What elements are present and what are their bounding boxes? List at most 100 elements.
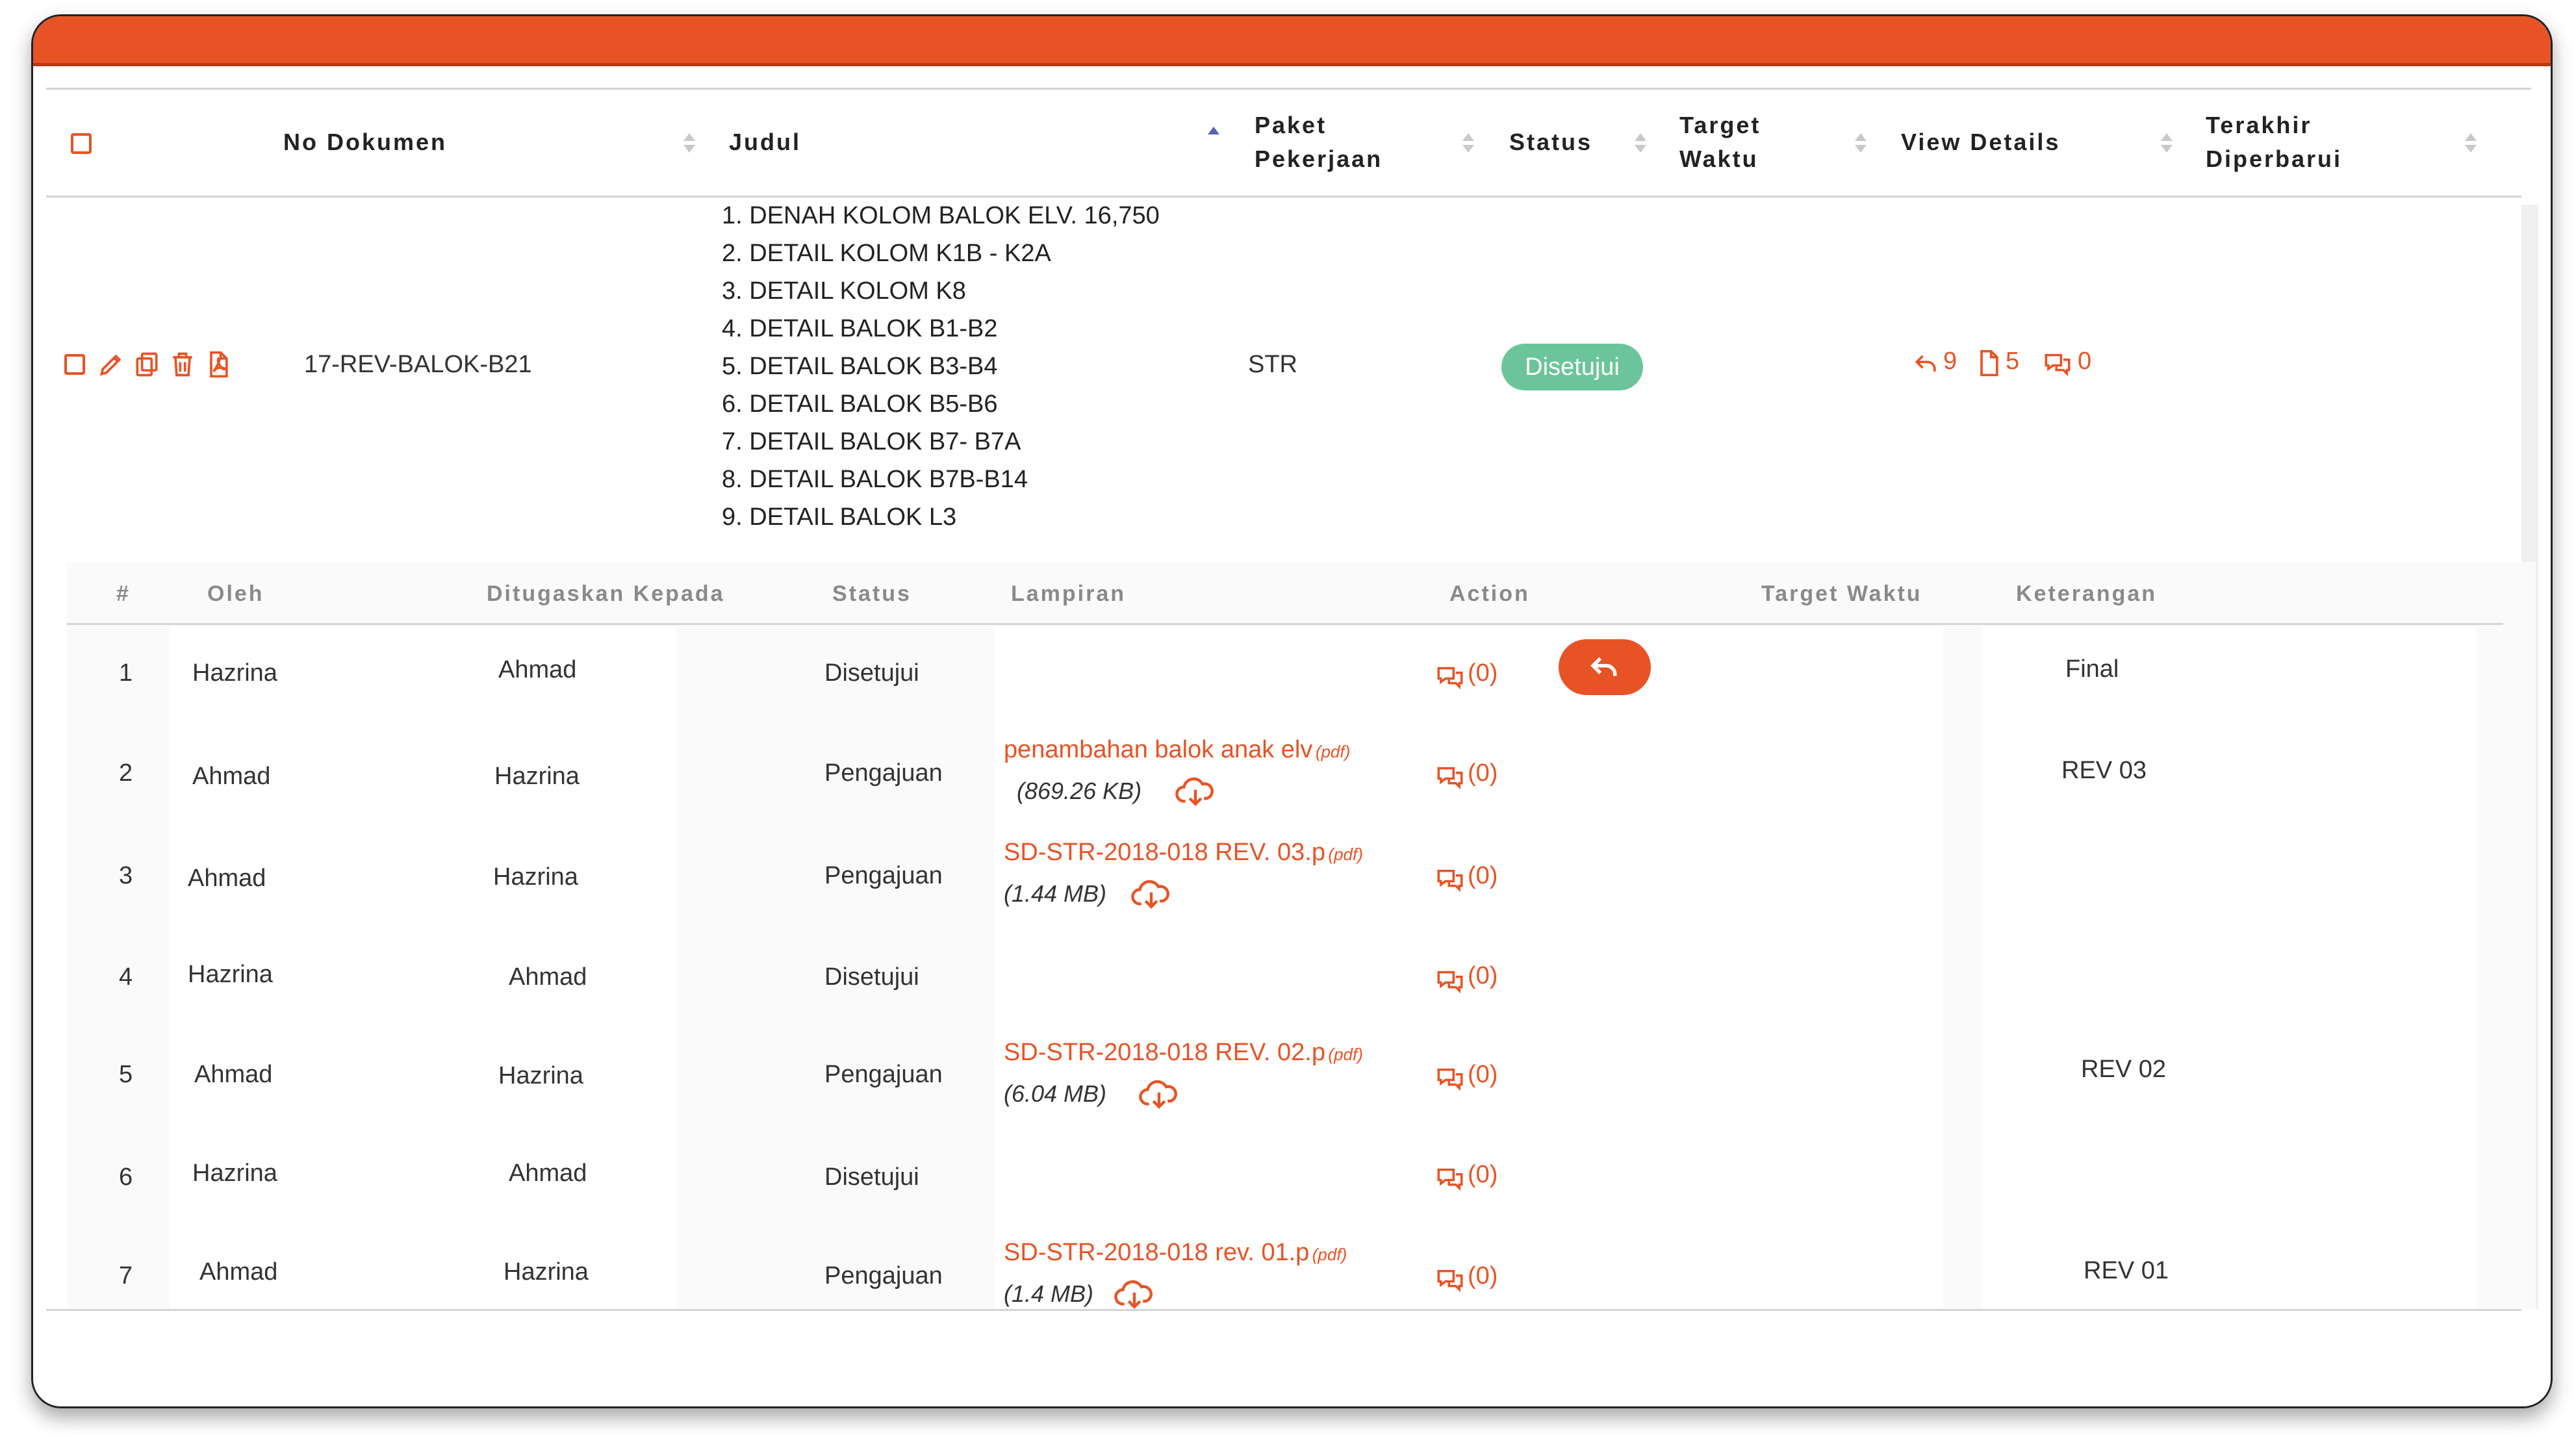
history-oleh: Ahmad	[194, 1061, 273, 1088]
history-num: 6	[119, 1163, 133, 1191]
history-comment-icon[interactable]	[1435, 966, 1465, 995]
attachment-type: (pdf)	[1328, 1045, 1363, 1064]
history-oleh: Hazrina	[188, 961, 273, 988]
edit-icon[interactable]	[97, 350, 125, 379]
history-status: Disetujui	[824, 659, 919, 687]
header-target-line2[interactable]: Waktu	[1679, 142, 1759, 176]
history-keterangan: REV 03	[2061, 757, 2147, 784]
header-paket-line1[interactable]: Paket	[1255, 108, 1327, 142]
header-judul[interactable]: Judul	[729, 125, 801, 159]
attachment-link[interactable]: SD-STR-2018-018 REV. 02.p (pdf)	[1004, 1039, 1363, 1067]
history-comment-count[interactable]: (0)	[1468, 759, 1498, 787]
history-status: Disetujui	[824, 963, 919, 991]
header-no-dokumen[interactable]: No Dokumen	[283, 125, 447, 159]
reply-count[interactable]: 9	[1943, 348, 1957, 375]
history-kepada: Hazrina	[493, 863, 578, 891]
copy-icon[interactable]	[133, 350, 161, 379]
history-comment-count[interactable]: (0)	[1468, 862, 1498, 890]
history-keterangan: REV 01	[2084, 1257, 2169, 1284]
history-comment-icon[interactable]	[1435, 1265, 1465, 1293]
attachment-filename[interactable]: SD-STR-2018-018 REV. 03.p	[1004, 839, 1325, 866]
history-header-status: Status	[832, 581, 912, 606]
history-kepada: Ahmad	[509, 1160, 587, 1187]
paket-value: STR	[1248, 351, 1297, 378]
history-num: 7	[119, 1262, 133, 1289]
judul-item: 4. DETAIL BALOK B1-B2	[722, 315, 998, 342]
history-status: Pengajuan	[824, 1061, 943, 1088]
judul-item: 8. DETAIL BALOK B7B-B14	[722, 466, 1028, 493]
app-window: No Dokumen Judul Paket Pekerjaan Status …	[31, 14, 2553, 1408]
history-num: 5	[119, 1061, 133, 1088]
attachment-link[interactable]: SD-STR-2018-018 REV. 03.p (pdf)	[1004, 839, 1363, 867]
history-col-band	[1982, 627, 2476, 1309]
history-num: 2	[119, 759, 133, 787]
file-count-icon[interactable]	[1974, 349, 2003, 377]
file-count[interactable]: 5	[2006, 348, 2019, 375]
history-comment-count[interactable]: (0)	[1468, 1262, 1498, 1290]
attachment-link[interactable]: penambahan balok anak elv (pdf)	[1004, 736, 1350, 764]
history-comment-icon[interactable]	[1435, 865, 1465, 893]
reply-button[interactable]	[1559, 639, 1651, 695]
table-bottom-divider	[46, 1309, 2521, 1311]
attachment-size: (869.26 KB)	[1017, 778, 1142, 804]
trash-icon[interactable]	[168, 350, 197, 379]
history-header-lampiran: Lampiran	[1011, 581, 1127, 606]
row-select-checkbox[interactable]	[64, 354, 85, 375]
judul-item: 6. DETAIL BALOK B5-B6	[722, 390, 998, 418]
header-target-line1[interactable]: Target	[1679, 108, 1761, 142]
comment-count-icon[interactable]	[2043, 349, 2072, 377]
judul-item: 2. DETAIL KOLOM K1B - K2A	[722, 240, 1051, 267]
history-status: Pengajuan	[824, 1262, 943, 1289]
header-terakhir-line1[interactable]: Terakhir	[2206, 108, 2312, 142]
attachment-filename[interactable]: SD-STR-2018-018 rev. 01.p	[1004, 1239, 1309, 1266]
history-oleh: Ahmad	[199, 1258, 278, 1286]
header-top-divider	[46, 88, 2531, 90]
header-paket-line2[interactable]: Pekerjaan	[1255, 142, 1383, 176]
history-header-action: Action	[1449, 581, 1530, 606]
attachment-type: (pdf)	[1312, 1245, 1347, 1264]
history-status: Pengajuan	[824, 862, 943, 889]
attachment-filename[interactable]: SD-STR-2018-018 REV. 02.p	[1004, 1039, 1325, 1066]
cloud-download-icon[interactable]	[1138, 1076, 1180, 1111]
judul-item: 7. DETAIL BALOK B7- B7A	[722, 428, 1021, 455]
history-kepada: Hazrina	[504, 1258, 589, 1286]
reply-count-icon[interactable]	[1912, 349, 1941, 377]
judul-item: 3. DETAIL KOLOM K8	[722, 277, 966, 305]
history-comment-count[interactable]: (0)	[1468, 1161, 1498, 1189]
history-kepada: Ahmad	[509, 963, 587, 991]
history-comment-count[interactable]: (0)	[1468, 659, 1498, 687]
cloud-download-icon[interactable]	[1174, 774, 1217, 809]
history-num: 3	[119, 862, 133, 889]
cloud-download-icon[interactable]	[1130, 876, 1173, 911]
history-header-divider	[67, 623, 2503, 625]
history-oleh: Hazrina	[192, 1160, 277, 1187]
header-status[interactable]: Status	[1509, 125, 1592, 159]
attachment-filename[interactable]: penambahan balok anak elv	[1004, 736, 1312, 763]
attachment-type: (pdf)	[1328, 844, 1363, 864]
attachment-size: (6.04 MB)	[1004, 1080, 1107, 1107]
history-comment-count[interactable]: (0)	[1468, 962, 1498, 990]
pdf-icon[interactable]	[204, 350, 233, 379]
select-all-checkbox[interactable]	[71, 133, 92, 154]
history-kepada: Hazrina	[494, 763, 580, 790]
attachment-type: (pdf)	[1315, 742, 1351, 761]
header-bottom-divider	[46, 196, 2521, 197]
header-terakhir-line2[interactable]: Diperbarui	[2206, 142, 2342, 176]
history-num: 4	[119, 963, 133, 991]
attachment-link[interactable]: SD-STR-2018-018 rev. 01.p (pdf)	[1004, 1239, 1347, 1267]
history-comment-icon[interactable]	[1435, 662, 1465, 691]
cloud-download-icon[interactable]	[1113, 1276, 1156, 1312]
judul-list: 1. DENAH KOLOM BALOK ELV. 16,750 2. DETA…	[722, 197, 1160, 536]
history-comment-icon[interactable]	[1435, 1063, 1465, 1092]
history-header-keterangan: Keterangan	[2016, 581, 2158, 606]
attachment-size: (1.4 MB)	[1004, 1280, 1094, 1307]
history-oleh: Hazrina	[192, 659, 277, 687]
history-keterangan: REV 02	[2081, 1056, 2166, 1083]
header-view-details[interactable]: View Details	[1901, 125, 2060, 159]
history-comment-icon[interactable]	[1435, 1163, 1465, 1192]
history-comment-icon[interactable]	[1435, 762, 1465, 791]
history-comment-count[interactable]: (0)	[1468, 1061, 1498, 1089]
history-kepada: Ahmad	[498, 656, 577, 683]
history-header-ditugaskan: Ditugaskan Kepada	[487, 581, 725, 606]
comment-count[interactable]: 0	[2078, 348, 2091, 375]
